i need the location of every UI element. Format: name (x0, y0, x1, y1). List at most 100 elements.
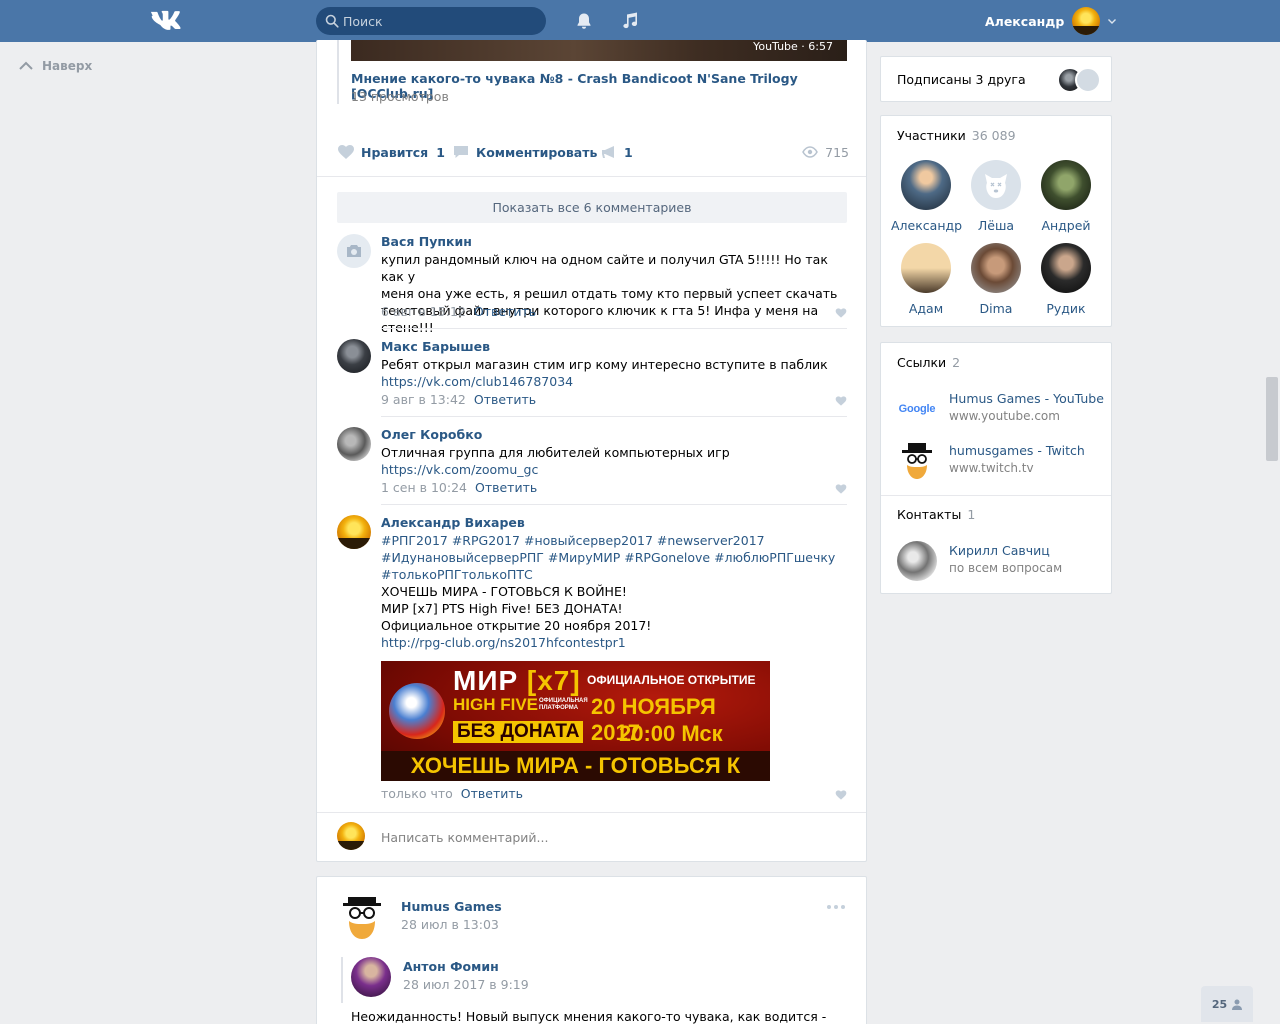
page-scrollbar[interactable] (1264, 42, 1280, 1024)
camera-icon (347, 245, 361, 257)
members-header[interactable]: Участники 36 089 (897, 128, 1016, 143)
comment-like-icon[interactable] (835, 483, 847, 495)
link-url: www.youtube.com (949, 409, 1060, 423)
contact-item[interactable]: Кирилл Савчиц по всем вопросам (897, 541, 1097, 581)
banner-no-donate: БЕЗ ДОНАТА (453, 721, 584, 743)
member-item[interactable]: Адам (891, 243, 961, 316)
promo-banner-image[interactable]: МИР [x7] HIGH FIVE ОФИЦИАЛЬНАЯ ПЛАТФОРМА… (381, 661, 770, 781)
reply-button[interactable]: Ответить (474, 304, 536, 319)
comment-date[interactable]: только что (381, 786, 453, 801)
reply-button[interactable]: Ответить (474, 392, 536, 407)
contact-role: по всем вопросам (949, 561, 1063, 575)
comment-avatar[interactable] (337, 427, 371, 461)
member-avatar (971, 243, 1021, 293)
scroll-to-top-label: Наверх (42, 59, 93, 73)
write-comment-box (337, 822, 847, 852)
member-item[interactable]: Андрей (1031, 160, 1101, 233)
user-menu[interactable]: Александр (985, 5, 1117, 37)
link-item-twitch[interactable]: humusgames - Twitch www.twitch.tv (897, 441, 1097, 481)
member-item[interactable]: Dima (961, 243, 1031, 316)
video-thumbnail[interactable]: YouTube · 6:57 (351, 40, 847, 61)
comment-avatar[interactable] (337, 339, 371, 373)
members-title: Участники (897, 128, 966, 143)
comment-link[interactable]: https://vk.com/zoomu_gc (381, 461, 841, 478)
comment-text: Отличная группа для любителей компьютерн… (381, 444, 841, 478)
search-box[interactable] (316, 7, 546, 35)
comment-author[interactable]: Олег Коробко (381, 427, 482, 442)
comment-date[interactable]: 1 сен в 10:24 (381, 480, 467, 495)
heart-icon (338, 145, 354, 159)
banner-title: МИР [x7] (453, 665, 581, 697)
comment-input[interactable] (381, 826, 841, 848)
repost-avatar[interactable] (351, 957, 391, 997)
like-label: Нравится (361, 144, 429, 160)
show-all-comments-button[interactable]: Показать все 6 комментариев (337, 192, 847, 223)
more-options-icon[interactable] (826, 903, 846, 911)
contacts-count: 1 (967, 507, 976, 522)
humus-games-avatar[interactable] (337, 891, 387, 941)
comment-like-icon[interactable] (835, 789, 847, 801)
search-input[interactable] (343, 7, 539, 35)
comment-date[interactable]: 9 авг в 13:42 (381, 392, 466, 407)
member-name: Лёша (977, 218, 1015, 233)
comment-author[interactable]: Вася Пупкин (381, 234, 472, 249)
comment-date[interactable]: 6 авг в 15:12 (381, 304, 466, 319)
comment-meta: 1 сен в 10:24 Ответить (381, 480, 537, 495)
friend-avatar (1075, 67, 1101, 93)
bell-icon[interactable] (574, 11, 594, 31)
repost-line (341, 957, 343, 1003)
comment-button[interactable]: Комментировать (452, 140, 597, 164)
banner-official-open: ОФИЦИАЛЬНОЕ ОТКРЫТИЕ (587, 673, 756, 687)
search-icon (325, 14, 339, 28)
scroll-to-top-link[interactable]: Наверх (18, 58, 92, 74)
my-avatar (337, 822, 365, 850)
comment-item: Вася Пупкин купил рандомный ключ на одно… (337, 234, 847, 335)
links-header[interactable]: Ссылки 2 (897, 355, 960, 370)
online-friends-badge[interactable]: 25 (1201, 986, 1253, 1022)
comment-link[interactable]: http://rpg-club.org/ns2017hfcontestpr1 (381, 634, 841, 651)
share-button[interactable]: 1 (600, 140, 633, 164)
comment-author[interactable]: Александр Вихарев (381, 515, 525, 530)
vk-logo-icon[interactable] (150, 9, 186, 33)
hashtag-line[interactable]: #РПГ2017 #RPG2017 #новыйсервер2017 #news… (381, 532, 841, 549)
post-author[interactable]: Humus Games (401, 899, 502, 914)
comment-line: купил рандомный ключ на одном сайте и по… (381, 252, 828, 284)
post-date[interactable]: 28 июл в 13:03 (401, 917, 499, 932)
comment-meta-row: только что Ответить (337, 786, 847, 806)
link-item-youtube[interactable]: Google Humus Games - YouTube www.youtube… (897, 389, 1104, 429)
vk-dog-icon (985, 174, 1007, 198)
comment-link[interactable]: https://vk.com/club146787034 (381, 373, 841, 390)
views-counter: 715 (802, 140, 849, 164)
comment-avatar[interactable] (337, 515, 371, 549)
comment-like-icon[interactable] (835, 307, 847, 319)
hashtag-line[interactable]: #толькоРПГтолькоПТС (381, 566, 841, 583)
reply-button[interactable]: Ответить (461, 786, 523, 801)
repost-author[interactable]: Антон Фомин (403, 959, 499, 974)
comment-like-icon[interactable] (835, 395, 847, 407)
repost-date[interactable]: 28 июл 2017 в 9:19 (403, 977, 529, 992)
hashtag-line[interactable]: #ИдунановыйсерверРПГ #МируМИР #RPGonelov… (381, 549, 841, 566)
member-item[interactable]: Рудик (1031, 243, 1101, 316)
comment-text: купил рандомный ключ на одном сайте и по… (381, 251, 841, 336)
subscribed-friends-block[interactable]: Подписаны 3 друга (880, 56, 1112, 102)
banner-platform: ОФИЦИАЛЬНАЯ ПЛАТФОРМА (539, 698, 588, 711)
like-button[interactable]: Нравится 1 (337, 140, 445, 164)
comment-line: Официальное открытие 20 ноября 2017! (381, 618, 652, 633)
person-icon (1232, 999, 1243, 1010)
comment-divider (381, 416, 847, 417)
actions-divider (317, 176, 866, 177)
comment-text: Ребят открыл магазин стим игр кому интер… (381, 356, 841, 390)
wall-post: YouTube · 6:57 Мнение какого-то чувака №… (316, 40, 867, 862)
wall-post: Humus Games 28 июл в 13:03 Антон Фомин 2… (316, 876, 867, 1024)
comment-meta: 9 авг в 13:42 Ответить (381, 392, 536, 407)
reply-button[interactable]: Ответить (475, 480, 537, 495)
comment-avatar[interactable] (337, 234, 371, 268)
member-item[interactable]: Александр (891, 160, 962, 233)
scrollbar-thumb[interactable] (1266, 377, 1278, 461)
member-item[interactable]: Лёша (961, 160, 1031, 233)
links-divider (881, 495, 1111, 496)
music-icon[interactable] (620, 11, 640, 31)
comment-author[interactable]: Макс Барышев (381, 339, 490, 354)
contacts-header[interactable]: Контакты 1 (897, 507, 975, 522)
comment-line: МИР [x7] PTS High Five! БЕЗ ДОНАТА! (381, 601, 623, 616)
